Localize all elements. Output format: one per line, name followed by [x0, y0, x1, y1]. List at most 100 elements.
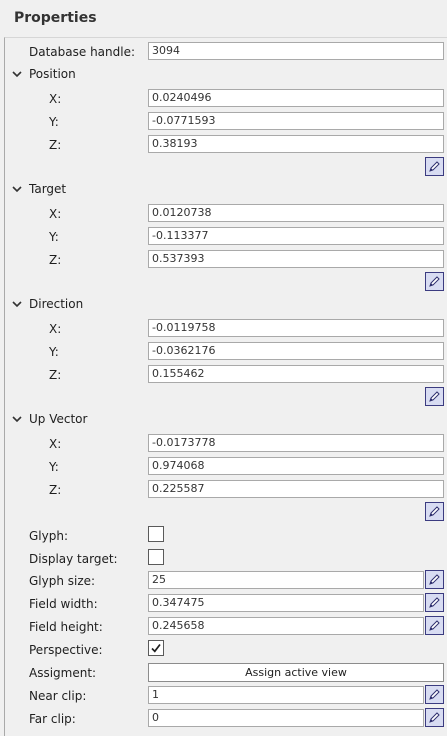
database-handle-field[interactable]: 3094	[148, 42, 444, 60]
assignment-label: Assigment:	[29, 666, 97, 680]
target-x-row: X: 0.0120738	[5, 204, 447, 224]
up-vector-z-row: Z: 0.225587	[5, 480, 447, 500]
field-height-edit-button[interactable]	[425, 616, 444, 635]
near-clip-field[interactable]: 1	[148, 686, 424, 704]
perspective-label: Perspective:	[29, 643, 103, 657]
up-vector-y-label: Y:	[49, 460, 59, 474]
direction-x-row: X: -0.0119758	[5, 319, 447, 339]
up-vector-y-field[interactable]: 0.974068	[148, 457, 444, 475]
section-label-target: Target	[29, 182, 67, 196]
direction-y-field[interactable]: -0.0362176	[148, 342, 444, 360]
chevron-down-icon[interactable]	[11, 68, 23, 80]
position-edit-button[interactable]	[425, 157, 444, 176]
section-header-direction[interactable]: Direction	[5, 295, 445, 315]
up-vector-edit-button[interactable]	[425, 502, 444, 521]
pencil-edit-icon	[429, 276, 440, 287]
target-y-field[interactable]: -0.113377	[148, 227, 444, 245]
far-clip-field[interactable]: 0	[148, 709, 424, 727]
perspective-checkbox[interactable]	[148, 640, 164, 656]
far-clip-label: Far clip:	[29, 712, 76, 726]
field-width-row: Field width: 0.347475	[5, 593, 447, 614]
up-vector-z-label: Z:	[49, 483, 62, 497]
database-handle-row: Database handle: 3094	[5, 42, 447, 62]
section-label-direction: Direction	[29, 297, 84, 311]
direction-y-label: Y:	[49, 345, 59, 359]
pencil-edit-icon	[429, 712, 440, 723]
display-target-row: Display target:	[5, 549, 447, 569]
position-x-label: X:	[49, 92, 62, 106]
far-clip-row: Far clip: 0	[5, 708, 447, 729]
glyph-size-label: Glyph size:	[29, 574, 96, 588]
position-x-field[interactable]: 0.0240496	[148, 89, 444, 107]
pencil-edit-icon	[429, 597, 440, 608]
up-vector-x-field[interactable]: -0.0173778	[148, 434, 444, 452]
pencil-edit-icon	[429, 689, 440, 700]
assign-active-view-button[interactable]: Assign active view	[148, 663, 444, 682]
target-x-field[interactable]: 0.0120738	[148, 204, 444, 222]
position-y-label: Y:	[49, 115, 59, 129]
panel-header: Properties	[0, 0, 447, 36]
position-y-field[interactable]: -0.0771593	[148, 112, 444, 130]
pencil-edit-icon	[429, 574, 440, 585]
display-target-checkbox[interactable]	[148, 549, 164, 565]
pencil-edit-icon	[429, 620, 440, 631]
direction-edit-button[interactable]	[425, 387, 444, 406]
direction-y-row: Y: -0.0362176	[5, 342, 447, 362]
field-height-row: Field height: 0.245658	[5, 616, 447, 637]
position-z-label: Z:	[49, 138, 62, 152]
direction-x-field[interactable]: -0.0119758	[148, 319, 444, 337]
section-header-position[interactable]: Position	[5, 65, 445, 85]
field-height-label: Field height:	[29, 620, 103, 634]
section-label-position: Position	[29, 67, 76, 81]
direction-z-field[interactable]: 0.155462	[148, 365, 444, 383]
position-z-field[interactable]: 0.38193	[148, 135, 444, 153]
glyph-row: Glyph:	[5, 526, 447, 546]
display-target-label: Display target:	[29, 552, 118, 566]
field-width-edit-button[interactable]	[425, 593, 444, 612]
near-clip-row: Near clip: 1	[5, 685, 447, 706]
chevron-down-icon[interactable]	[11, 413, 23, 425]
properties-panel: Database handle: 3094 Position X: 0.0240…	[4, 37, 447, 736]
chevron-down-icon[interactable]	[11, 183, 23, 195]
up-vector-x-label: X:	[49, 437, 62, 451]
glyph-size-row: Glyph size: 25	[5, 570, 447, 591]
page-title: Properties	[14, 10, 97, 26]
direction-z-label: Z:	[49, 368, 62, 382]
pencil-edit-icon	[429, 506, 440, 517]
target-z-field[interactable]: 0.537393	[148, 250, 444, 268]
near-clip-edit-button[interactable]	[425, 685, 444, 704]
glyph-size-field[interactable]: 25	[148, 571, 424, 589]
database-handle-label: Database handle:	[29, 45, 136, 59]
perspective-row: Perspective:	[5, 640, 447, 660]
position-x-row: X: 0.0240496	[5, 89, 447, 109]
checkmark-icon	[151, 643, 161, 653]
field-width-label: Field width:	[29, 597, 98, 611]
target-y-row: Y: -0.113377	[5, 227, 447, 247]
direction-x-label: X:	[49, 322, 62, 336]
target-edit-button[interactable]	[425, 272, 444, 291]
chevron-down-icon[interactable]	[11, 298, 23, 310]
up-vector-y-row: Y: 0.974068	[5, 457, 447, 477]
pencil-edit-icon	[429, 161, 440, 172]
up-vector-z-field[interactable]: 0.225587	[148, 480, 444, 498]
assignment-row: Assigment: Assign active view	[5, 663, 447, 683]
field-width-field[interactable]: 0.347475	[148, 594, 424, 612]
section-header-target[interactable]: Target	[5, 180, 445, 200]
target-z-label: Z:	[49, 253, 62, 267]
direction-z-row: Z: 0.155462	[5, 365, 447, 385]
near-clip-label: Near clip:	[29, 689, 87, 703]
far-clip-edit-button[interactable]	[425, 708, 444, 727]
section-header-up-vector[interactable]: Up Vector	[5, 410, 445, 430]
glyph-checkbox[interactable]	[148, 526, 164, 542]
section-label-up-vector: Up Vector	[29, 412, 88, 426]
glyph-size-edit-button[interactable]	[425, 570, 444, 589]
position-z-row: Z: 0.38193	[5, 135, 447, 155]
field-height-field[interactable]: 0.245658	[148, 617, 424, 635]
position-y-row: Y: -0.0771593	[5, 112, 447, 132]
up-vector-x-row: X: -0.0173778	[5, 434, 447, 454]
target-z-row: Z: 0.537393	[5, 250, 447, 270]
glyph-label: Glyph:	[29, 529, 68, 543]
target-y-label: Y:	[49, 230, 59, 244]
pencil-edit-icon	[429, 391, 440, 402]
target-x-label: X:	[49, 207, 62, 221]
